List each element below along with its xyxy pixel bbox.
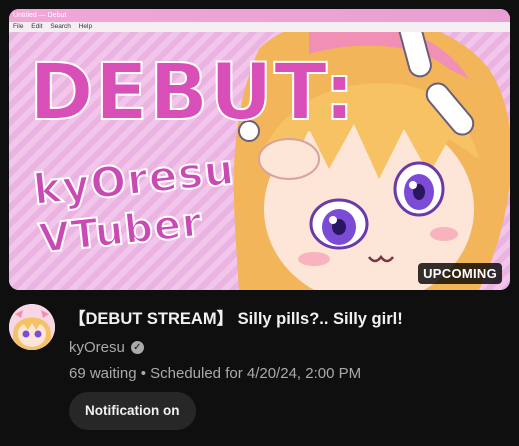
upcoming-badge: UPCOMING: [418, 263, 502, 284]
avatar-artwork: [9, 304, 55, 350]
notification-button[interactable]: Notification on: [69, 392, 196, 430]
channel-row: kyOresu ✓: [69, 339, 144, 356]
menu-item-search: Search: [50, 23, 71, 30]
menu-item-edit: Edit: [31, 23, 43, 30]
verified-check-icon: ✓: [130, 341, 144, 354]
video-meta: 69 waiting • Scheduled for 4/20/24, 2:00…: [69, 365, 362, 382]
channel-name[interactable]: kyOresu: [69, 339, 125, 356]
thumbnail-art-debut-text: DEBUT:: [28, 48, 356, 138]
channel-avatar[interactable]: [9, 304, 55, 350]
video-title[interactable]: 【DEBUT STREAM】 Silly pills?.. Silly girl…: [69, 305, 509, 329]
menu-item-help: Help: [78, 23, 93, 30]
menu-item-file: File: [13, 23, 24, 30]
window-menubar: File Edit Search Help: [9, 22, 510, 32]
window-titlebar: Untitled — Debut: [9, 9, 510, 22]
video-thumbnail[interactable]: Untitled — Debut File Edit Search Help D…: [9, 9, 510, 290]
